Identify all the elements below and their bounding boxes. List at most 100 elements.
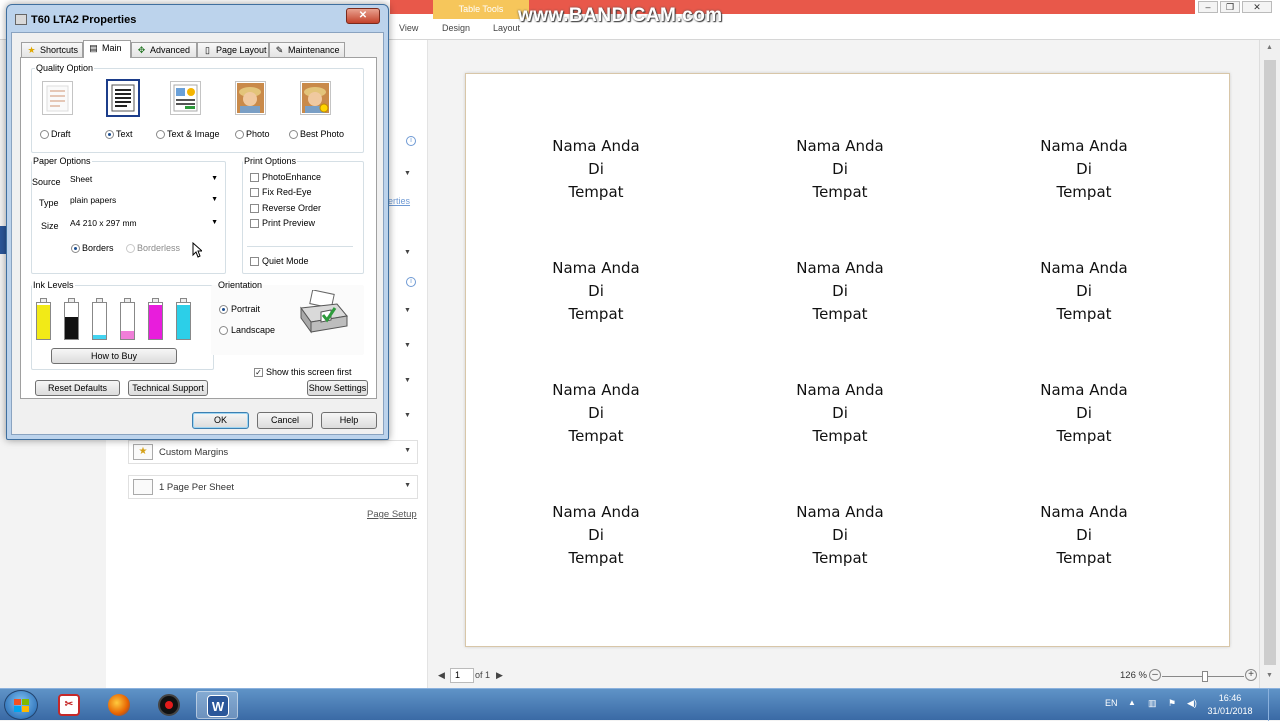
address-label: Nama Anda Di Tempat: [1004, 135, 1164, 204]
network-icon[interactable]: ▥: [1148, 698, 1157, 709]
page-setup-link[interactable]: Page Setup: [367, 509, 417, 520]
printer-properties-link[interactable]: erties: [388, 196, 410, 206]
ribbon-tab-view[interactable]: View: [399, 23, 418, 33]
taskbar-app-word[interactable]: W: [196, 691, 238, 719]
info-icon[interactable]: i: [406, 277, 416, 287]
prev-page-icon[interactable]: ◀: [438, 670, 445, 681]
context-tab-table-tools[interactable]: Table Tools: [433, 0, 529, 19]
system-clock[interactable]: 16:46 31/01/2018: [1206, 692, 1254, 718]
taskbar-app-firefox[interactable]: [98, 691, 140, 719]
preview-scrollbar[interactable]: ▲ ▼: [1259, 40, 1280, 690]
show-settings-button[interactable]: Show Settings: [307, 380, 368, 396]
setting-label: 1 Page Per Sheet: [159, 482, 234, 493]
how-to-buy-button[interactable]: How to Buy: [51, 348, 177, 364]
borders-radio[interactable]: [71, 244, 80, 253]
ink-level-fill: [177, 304, 190, 339]
print-preview-checkbox[interactable]: [250, 219, 259, 228]
page-number-input[interactable]: 1: [450, 668, 474, 683]
tray-expand-icon[interactable]: ▲: [1128, 698, 1136, 707]
tab-label: Maintenance: [288, 45, 340, 55]
address-label: Nama Anda Di Tempat: [760, 501, 920, 570]
ribbon-tab-layout[interactable]: Layout: [493, 23, 520, 33]
zoom-in-icon[interactable]: +: [1245, 669, 1257, 681]
setting-custom-margins[interactable]: ★ Custom Margins ▼: [128, 440, 418, 464]
printer-properties-dialog: T60 LTA2 Properties ✕ ★ Shortcuts ▤ Main…: [6, 4, 389, 440]
ink-cartridge: [92, 298, 107, 340]
draft-quality-icon[interactable]: [42, 81, 73, 115]
language-indicator[interactable]: EN: [1105, 698, 1118, 708]
help-button[interactable]: Help: [321, 412, 377, 429]
label-line2: Di: [832, 526, 848, 544]
landscape-radio[interactable]: [219, 326, 228, 335]
portrait-radio[interactable]: [219, 305, 228, 314]
label-line1: Nama Anda: [1040, 137, 1128, 155]
chevron-down-icon[interactable]: ▼: [404, 412, 411, 419]
tab-advanced[interactable]: ✥ Advanced: [131, 42, 197, 57]
chevron-down-icon[interactable]: ▼: [404, 170, 411, 177]
clock-time: 16:46: [1218, 693, 1242, 703]
ribbon-tab-design[interactable]: Design: [442, 23, 470, 33]
record-icon: [158, 694, 180, 716]
zoom-out-icon[interactable]: –: [1149, 669, 1161, 681]
chevron-down-icon[interactable]: ▼: [404, 307, 411, 314]
chevron-down-icon[interactable]: ▼: [404, 249, 411, 256]
reset-defaults-button[interactable]: Reset Defaults: [35, 380, 120, 396]
minimize-button[interactable]: –: [1198, 1, 1218, 13]
scroll-up-icon[interactable]: ▲: [1266, 44, 1273, 51]
close-window-button[interactable]: ✕: [1242, 1, 1272, 13]
best-photo-radio[interactable]: [289, 130, 298, 139]
reverse-order-label: Reverse Order: [262, 203, 322, 213]
taskbar-app-snipping[interactable]: ✂: [48, 691, 90, 719]
scroll-down-icon[interactable]: ▼: [1266, 672, 1273, 679]
reverse-order-checkbox[interactable]: [250, 204, 259, 213]
label-line2: Di: [588, 160, 604, 178]
photo-quality-icon[interactable]: [235, 81, 266, 115]
label-line1: Nama Anda: [552, 503, 640, 521]
windows-logo-icon: [14, 699, 29, 712]
taskbar-app-recorder[interactable]: [148, 691, 190, 719]
tab-page-layout[interactable]: ▯ Page Layout: [197, 42, 269, 57]
text-image-quality-icon[interactable]: [170, 81, 201, 115]
quiet-mode-checkbox[interactable]: [250, 257, 259, 266]
setting-pages-per-sheet[interactable]: 1 Page Per Sheet ▼: [128, 475, 418, 499]
snipping-tool-icon: ✂: [58, 694, 80, 716]
tab-shortcuts[interactable]: ★ Shortcuts: [21, 42, 83, 57]
flag-icon[interactable]: ⚑: [1168, 698, 1176, 709]
volume-icon[interactable]: ◀): [1187, 698, 1197, 709]
ok-button[interactable]: OK: [192, 412, 249, 429]
tab-main[interactable]: ▤ Main: [83, 40, 131, 58]
portrait-label: Portrait: [231, 304, 261, 314]
technical-support-button[interactable]: Technical Support: [128, 380, 208, 396]
chevron-down-icon[interactable]: ▼: [404, 377, 411, 384]
photoenhance-checkbox[interactable]: [250, 173, 259, 182]
chevron-down-icon: ▼: [211, 196, 218, 203]
text-quality-icon[interactable]: [106, 79, 140, 117]
cancel-button[interactable]: Cancel: [257, 412, 313, 429]
chevron-down-icon[interactable]: ▼: [404, 342, 411, 349]
draft-radio[interactable]: [40, 130, 49, 139]
info-icon[interactable]: i: [406, 136, 416, 146]
next-page-icon[interactable]: ▶: [496, 670, 503, 681]
best-photo-quality-icon[interactable]: [300, 81, 331, 115]
photo-radio[interactable]: [235, 130, 244, 139]
start-button[interactable]: [4, 690, 38, 720]
text-image-radio[interactable]: [156, 130, 165, 139]
zoom-slider-thumb[interactable]: [1202, 671, 1208, 682]
show-screen-first-checkbox[interactable]: ✓: [254, 368, 263, 377]
type-select[interactable]: plain papers ▼: [67, 192, 222, 207]
zoom-level[interactable]: 126 %: [1120, 670, 1147, 681]
scroll-thumb[interactable]: [1264, 60, 1276, 665]
ink-level-fill: [149, 304, 162, 339]
dialog-close-button[interactable]: ✕: [346, 8, 380, 24]
text-radio[interactable]: [105, 130, 114, 139]
fix-red-eye-checkbox[interactable]: [250, 188, 259, 197]
size-select[interactable]: A4 210 x 297 mm ▼: [67, 215, 222, 230]
show-desktop-button[interactable]: [1268, 689, 1280, 721]
restore-button[interactable]: ❐: [1220, 1, 1240, 13]
ink-cartridge: [36, 298, 51, 340]
tab-maintenance[interactable]: ✎ Maintenance: [269, 42, 345, 57]
label-line3: Tempat: [812, 305, 868, 323]
firefox-icon: [108, 694, 130, 716]
source-select[interactable]: Sheet ▼: [67, 171, 222, 186]
label-line1: Nama Anda: [552, 259, 640, 277]
